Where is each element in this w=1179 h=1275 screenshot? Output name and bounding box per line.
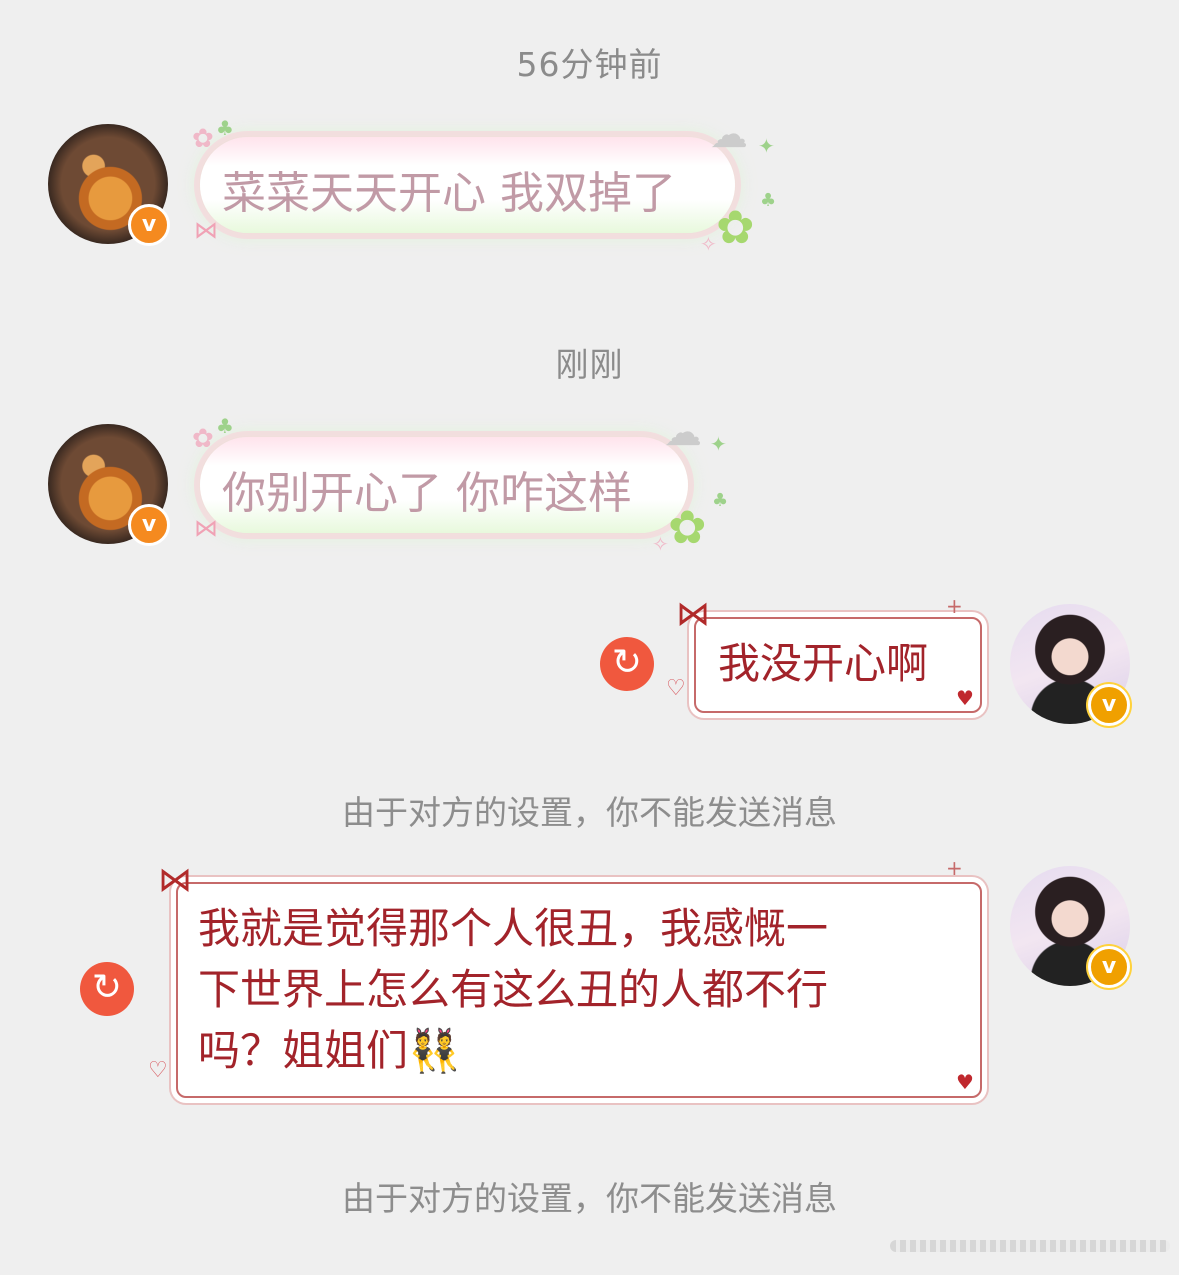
clover-bunny-sticker-icon: ✿ bbox=[716, 200, 755, 254]
system-note: 由于对方的设置，你不能发送消息 bbox=[342, 1179, 837, 1218]
heart-sticker-icon: ♥ bbox=[956, 686, 974, 710]
retry-icon[interactable]: ↻ bbox=[80, 962, 134, 1016]
timestamp: 刚刚 bbox=[555, 345, 624, 384]
message-text: 你别开心了 你咋这样 bbox=[222, 468, 632, 519]
bunny-sticker-icon: ☁ bbox=[664, 410, 702, 454]
sparkle-sticker-icon: + bbox=[946, 594, 963, 618]
message-line: 吗？姐姐们👯 bbox=[198, 1026, 461, 1075]
bunny-sticker-icon: ☁ bbox=[710, 112, 748, 156]
heart-sticker-icon: ♡ bbox=[148, 1058, 168, 1083]
message-text: 我就是觉得那个人很丑，我感慨一 下世界上怎么有这么丑的人都不行 吗？姐姐们👯 bbox=[198, 898, 958, 1081]
retry-icon[interactable]: ↻ bbox=[600, 637, 654, 691]
star-sticker-icon: ✦ bbox=[710, 432, 727, 456]
verified-badge-icon: v bbox=[128, 204, 170, 246]
flower-sticker-icon: ✿ bbox=[192, 124, 214, 154]
verified-badge-icon: v bbox=[1088, 946, 1130, 988]
heart-sticker-icon: ♡ bbox=[666, 676, 686, 701]
timestamp: 56分钟前 bbox=[516, 45, 663, 84]
clover-sticker-icon: ♣ bbox=[216, 116, 234, 140]
verified-badge-icon: v bbox=[1088, 684, 1130, 726]
heart-sticker-icon: ♥ bbox=[956, 1070, 974, 1094]
sparkle-sticker-icon: ✧ bbox=[652, 532, 669, 556]
verified-badge-icon: v bbox=[128, 504, 170, 546]
red-bow-sticker-icon: ⋈ bbox=[676, 594, 710, 634]
system-note: 由于对方的设置，你不能发送消息 bbox=[342, 793, 837, 832]
message-line: 我就是觉得那个人很丑，我感慨一 bbox=[198, 904, 829, 953]
clover-sticker-icon: ♣ bbox=[216, 414, 234, 438]
sparkle-sticker-icon: + bbox=[946, 856, 963, 880]
red-bow-sticker-icon: ⋈ bbox=[158, 860, 192, 900]
bow-sticker-icon: ⋈ bbox=[194, 514, 218, 542]
scrollbar[interactable] bbox=[890, 1240, 1170, 1252]
flower-sticker-icon: ✿ bbox=[192, 424, 214, 454]
message-text: 我没开心啊 bbox=[718, 639, 929, 688]
bow-sticker-icon: ⋈ bbox=[194, 216, 218, 244]
clover-sticker-icon: ♣ bbox=[760, 190, 777, 211]
star-sticker-icon: ✦ bbox=[758, 134, 775, 158]
sparkle-sticker-icon: ✧ bbox=[700, 232, 717, 256]
clover-sticker-icon: ♣ bbox=[712, 490, 729, 511]
clover-bunny-sticker-icon: ✿ bbox=[668, 500, 707, 554]
message-text: 菜菜天天开心 我双掉了 bbox=[222, 168, 676, 219]
message-line: 下世界上怎么有这么丑的人都不行 bbox=[198, 965, 829, 1014]
